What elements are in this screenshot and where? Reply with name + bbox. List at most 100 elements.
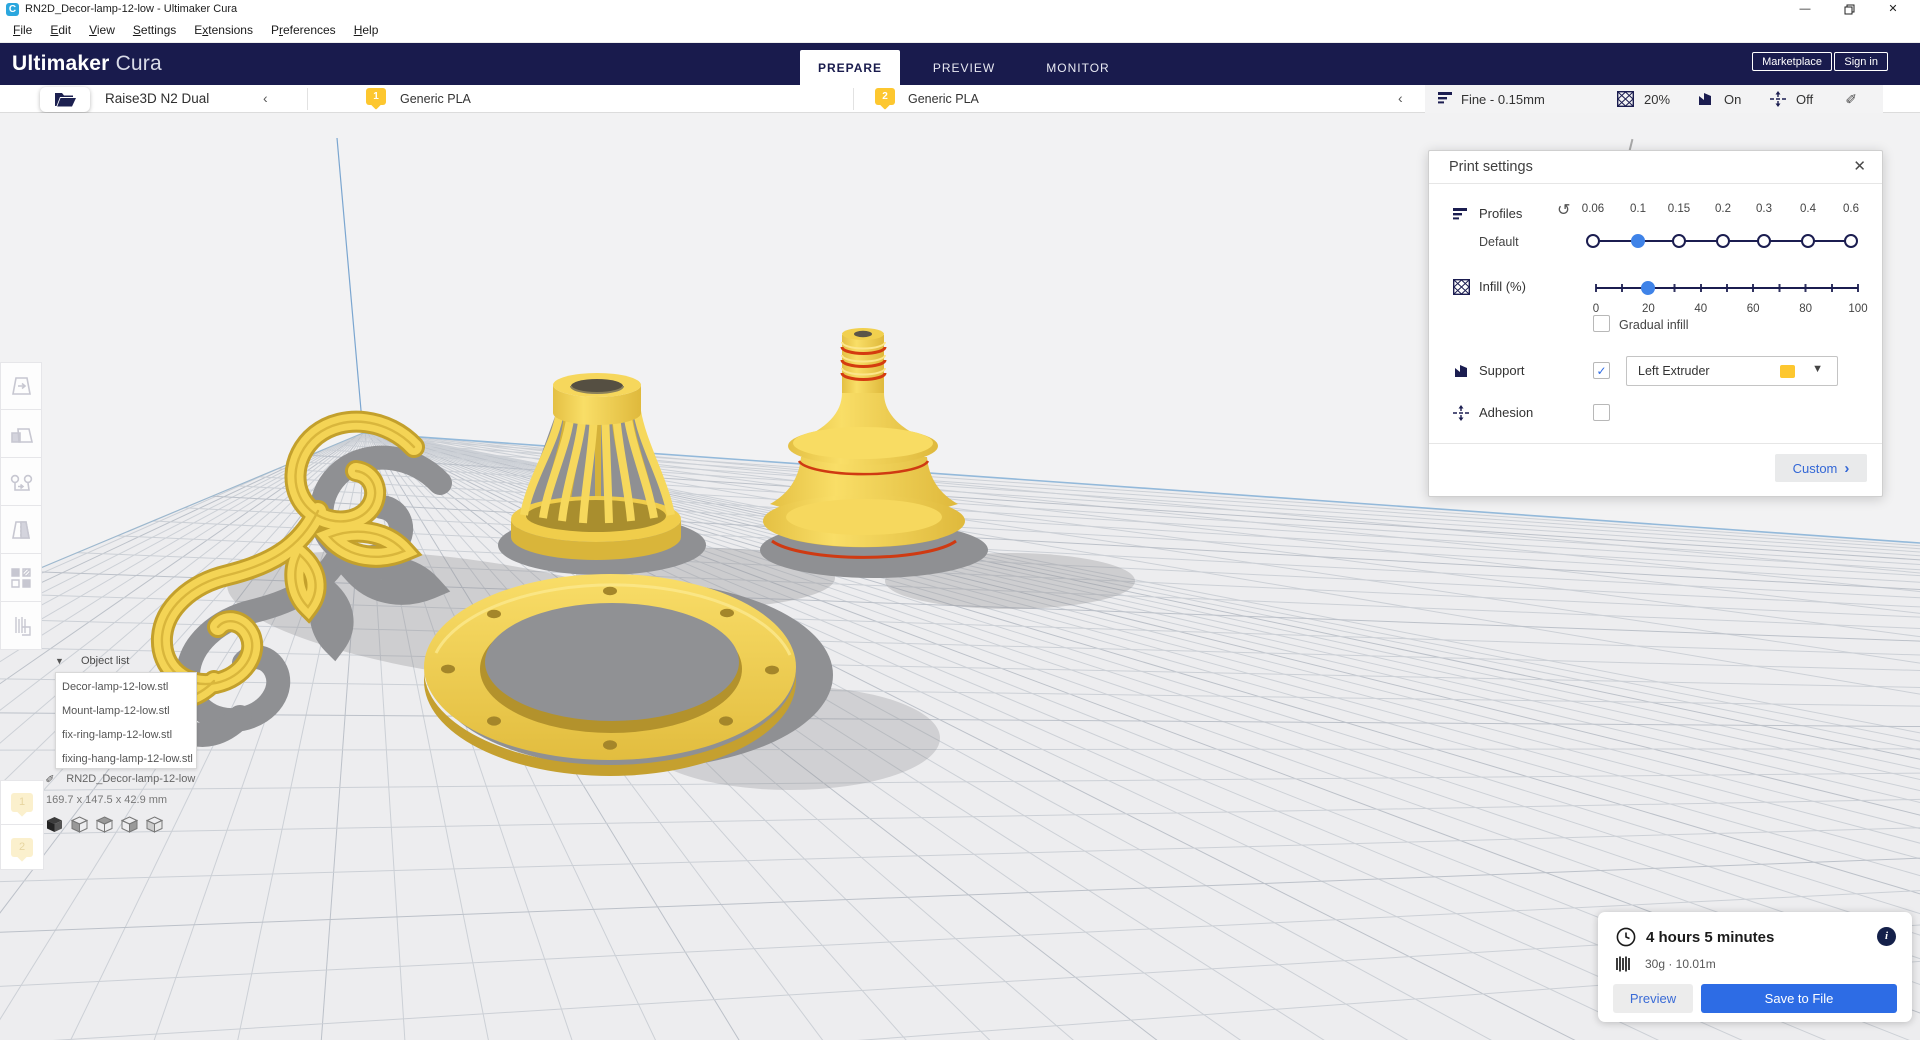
stage-tabs: PREPARE PREVIEW MONITOR <box>800 50 1128 85</box>
slice-action-panel: 4 hours 5 minutes i 30g · 10.01m Preview… <box>1598 912 1912 1022</box>
gradual-infill-checkbox[interactable] <box>1593 315 1610 332</box>
view-3d-icon[interactable] <box>46 816 63 833</box>
menu-item-edit[interactable]: Edit <box>41 19 80 42</box>
reset-profile-icon[interactable]: ↺ <box>1557 203 1570 219</box>
menu-item-file[interactable]: File <box>4 19 41 42</box>
info-icon[interactable]: i <box>1877 927 1896 946</box>
close-panel-icon[interactable]: ✕ <box>1853 157 1866 175</box>
per-model-settings-button[interactable] <box>0 554 42 602</box>
close-window-button[interactable]: ✕ <box>1874 0 1912 19</box>
adhesion-icon <box>1770 91 1786 107</box>
support-blocker-button[interactable] <box>0 602 42 650</box>
tab-prepare[interactable]: PREPARE <box>800 50 900 85</box>
object-list-item[interactable]: Mount-lamp-12-low.stl <box>56 699 196 723</box>
profiles-label: Profiles <box>1479 206 1523 221</box>
infill-icon <box>1453 279 1470 295</box>
model-lamp-base[interactable] <box>763 328 965 559</box>
printer-collapse-icon[interactable]: ‹ <box>263 90 268 106</box>
open-file-button[interactable] <box>40 87 90 112</box>
object-list-toggle[interactable]: ▼ Object list <box>55 655 129 667</box>
rotate-tool-button[interactable] <box>0 458 42 506</box>
object-list-item[interactable]: Decor-lamp-12-low.stl <box>56 675 196 699</box>
menu-item-settings[interactable]: Settings <box>124 19 185 42</box>
clock-icon <box>1616 927 1636 947</box>
mirror-tool-button[interactable] <box>0 506 42 554</box>
profile-name: Default <box>1479 235 1519 249</box>
tab-preview[interactable]: PREVIEW <box>914 50 1014 85</box>
profile-stop-selected[interactable] <box>1631 234 1645 248</box>
menu-item-preferences[interactable]: Preferences <box>262 19 345 42</box>
support-checkbox[interactable]: ✓ <box>1593 362 1610 379</box>
move-tool-button[interactable] <box>0 362 42 410</box>
view-top-icon[interactable] <box>96 816 113 833</box>
marketplace-button[interactable]: Marketplace <box>1752 52 1832 71</box>
scale-tool-button[interactable] <box>0 410 42 458</box>
mirror-tool-icon <box>12 520 30 539</box>
infill-slider[interactable] <box>1596 281 1858 295</box>
profile-stop[interactable] <box>1672 234 1686 248</box>
printer-selector[interactable]: Raise3D N2 Dual <box>105 91 209 106</box>
tab-monitor[interactable]: MONITOR <box>1028 50 1128 85</box>
summary-adhesion: Off <box>1796 92 1814 107</box>
view-left-icon[interactable] <box>121 816 138 833</box>
edit-settings-pencil-icon[interactable]: ✎ <box>1843 93 1860 105</box>
extruder-2-material[interactable]: Generic PLA <box>908 92 979 106</box>
object-list-item[interactable]: fixing-hang-lamp-12-low.stl <box>56 747 196 771</box>
extruder-tab-2[interactable]: 2 <box>0 825 44 870</box>
summary-support: On <box>1724 92 1742 107</box>
project-name[interactable]: RN2D_Decor-lamp-12-low <box>66 773 195 785</box>
extruder-1-badge: 1 <box>366 88 386 105</box>
extruder-1-pin-icon: 1 <box>11 793 33 812</box>
profile-slider[interactable] <box>1586 234 1858 248</box>
support-icon <box>1455 365 1467 377</box>
model-dimensions: 169.7 x 147.5 x 42.9 mm <box>46 794 168 806</box>
adhesion-checkbox[interactable] <box>1593 404 1610 421</box>
object-list-item[interactable]: fix-ring-lamp-12-low.stl <box>56 723 196 747</box>
divider <box>1429 443 1882 444</box>
custom-settings-button[interactable]: Custom › <box>1775 454 1867 482</box>
view-right-icon[interactable] <box>146 816 163 833</box>
camera-view-buttons <box>46 816 195 833</box>
preview-button[interactable]: Preview <box>1613 984 1693 1013</box>
brand-logo: Ultimaker Cura <box>12 52 162 75</box>
extruder-2-badge: 2 <box>875 88 895 105</box>
menu-item-extensions[interactable]: Extensions <box>185 19 262 42</box>
save-to-file-button[interactable]: Save to File <box>1701 984 1897 1013</box>
model-lamp-shade[interactable] <box>511 373 681 560</box>
layers-icon <box>1453 208 1467 220</box>
configuration-bar: Raise3D N2 Dual ‹ 1 Generic PLA 2 Generi… <box>0 85 1920 113</box>
divider <box>853 88 854 110</box>
model-fix-ring[interactable] <box>424 574 796 776</box>
support-extruder-dropdown[interactable]: Left Extruder ▼ <box>1626 356 1838 386</box>
build-volume-vertical-edge <box>336 137 364 434</box>
title-bar: C RN2D_Decor-lamp-12-low - Ultimaker Cur… <box>0 0 1920 19</box>
profile-stop[interactable] <box>1716 234 1730 248</box>
sign-in-button[interactable]: Sign in <box>1834 52 1888 71</box>
open-folder-icon <box>55 93 76 107</box>
restore-icon <box>1844 4 1854 15</box>
infill-slider-handle[interactable] <box>1641 281 1656 295</box>
restore-button[interactable] <box>1830 0 1868 19</box>
extruder-tab-1[interactable]: 1 <box>0 780 44 825</box>
profile-stop[interactable] <box>1586 234 1600 248</box>
profile-stop[interactable] <box>1801 234 1815 248</box>
chevron-down-icon: ▼ <box>55 656 64 666</box>
material-collapse-icon[interactable]: ‹ <box>1398 90 1403 106</box>
object-list-panel: Decor-lamp-12-low.stl Mount-lamp-12-low.… <box>55 672 197 769</box>
profile-stop[interactable] <box>1757 234 1771 248</box>
app-header: Ultimaker Cura PREPARE PREVIEW MONITOR M… <box>0 43 1920 85</box>
menu-item-help[interactable]: Help <box>345 19 388 42</box>
support-label: Support <box>1479 363 1525 378</box>
per-model-settings-icon <box>11 567 31 588</box>
menu-item-view[interactable]: View <box>80 19 124 42</box>
rename-pencil-icon[interactable]: ✎ <box>44 774 57 783</box>
print-settings-summary[interactable]: Fine - 0.15mm 20% On Off ✎ <box>1425 85 1883 113</box>
move-tool-icon <box>12 377 31 395</box>
extruder-1-material[interactable]: Generic PLA <box>400 92 471 106</box>
material-usage-estimate: 30g · 10.01m <box>1645 957 1716 971</box>
minimize-button[interactable]: — <box>1786 0 1824 19</box>
view-front-icon[interactable] <box>71 816 88 833</box>
material-color-swatch <box>1780 365 1795 378</box>
profile-stop[interactable] <box>1844 234 1858 248</box>
infill-icon <box>1617 91 1634 107</box>
